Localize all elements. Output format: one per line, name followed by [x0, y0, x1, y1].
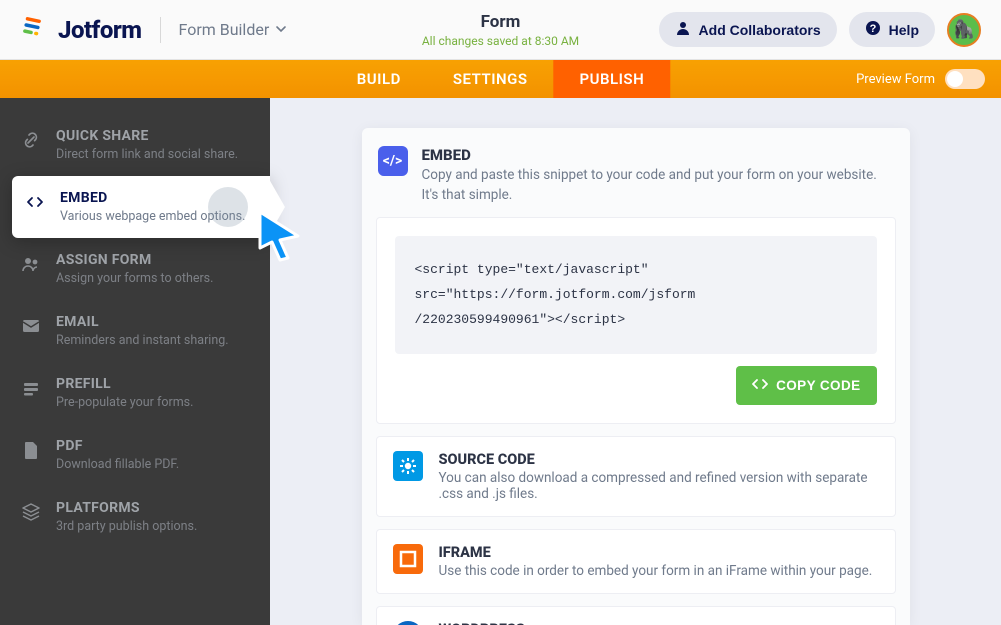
sidebar-item-title: ASSIGN FORM	[56, 252, 213, 268]
code-icon	[752, 376, 768, 395]
option-iframe[interactable]: IFRAME Use this code in order to embed yo…	[376, 529, 896, 594]
preview-toggle[interactable]	[945, 69, 985, 89]
avatar[interactable]: 🦍	[947, 13, 981, 47]
option-title: WORDPRESS	[439, 621, 826, 625]
sidebar-item-sub: Direct form link and social share.	[56, 147, 238, 162]
chevron-down-icon	[275, 20, 287, 39]
save-status: All changes saved at 8:30 AM	[422, 34, 579, 48]
embed-code[interactable]: <script type="text/javascript" src="http…	[395, 236, 877, 354]
option-source-code[interactable]: SOURCE CODE You can also download a compr…	[376, 436, 896, 517]
preview-label: Preview Form	[856, 72, 935, 87]
sidebar-item-sub: Pre-populate your forms.	[56, 395, 193, 410]
canvas: </> EMBED Copy and paste this snippet to…	[270, 98, 1001, 625]
logo[interactable]: Jotform	[20, 13, 142, 47]
person-icon	[675, 20, 691, 39]
embed-desc: Copy and paste this snippet to your code…	[422, 166, 894, 205]
embed-header: </> EMBED Copy and paste this snippet to…	[376, 142, 896, 217]
help-button[interactable]: ? Help	[849, 12, 935, 47]
sidebar-item-email[interactable]: EMAIL Reminders and instant sharing.	[0, 300, 270, 362]
option-sub: You can also download a compressed and r…	[439, 470, 879, 502]
toggle-knob	[947, 71, 963, 87]
form-title[interactable]: Form	[422, 12, 579, 32]
frame-icon	[393, 544, 423, 574]
sidebar-item-title: QUICK SHARE	[56, 128, 238, 144]
option-wordpress[interactable]: W WORDPRESSUse our free plugin to embed …	[376, 606, 896, 625]
preview-form[interactable]: Preview Form	[856, 60, 1001, 98]
pdf-icon	[20, 440, 42, 460]
copy-code-button[interactable]: COPY CODE	[736, 366, 876, 405]
tabs-row: BUILD SETTINGS PUBLISH Preview Form	[0, 60, 1001, 98]
brand-name: Jotform	[58, 16, 142, 44]
sidebar-item-title: PDF	[56, 438, 179, 454]
builder-label: Form Builder	[179, 20, 270, 39]
wordpress-icon: W	[393, 621, 423, 625]
embed-panel: </> EMBED Copy and paste this snippet to…	[362, 128, 910, 625]
form-title-block: Form All changes saved at 8:30 AM	[422, 12, 579, 48]
link-icon	[20, 130, 42, 150]
workspace: QUICK SHARE Direct form link and social s…	[0, 98, 1001, 625]
help-icon: ?	[865, 20, 881, 39]
code-icon: </>	[378, 146, 408, 176]
tab-build[interactable]: BUILD	[331, 60, 427, 98]
layers-icon	[20, 502, 42, 522]
sidebar-item-embed[interactable]: EMBED Various webpage embed options.	[12, 176, 270, 238]
tab-publish[interactable]: PUBLISH	[554, 60, 671, 98]
sidebar-item-assign-form[interactable]: ASSIGN FORM Assign your forms to others.	[0, 238, 270, 300]
sidebar-item-quick-share[interactable]: QUICK SHARE Direct form link and social s…	[0, 114, 270, 176]
option-title: IFRAME	[439, 544, 873, 561]
sidebar-item-title: PLATFORMS	[56, 500, 197, 516]
collab-label: Add Collaborators	[699, 22, 821, 38]
code-icon	[24, 192, 46, 212]
tab-settings[interactable]: SETTINGS	[427, 60, 554, 98]
sidebar-item-sub: Various webpage embed options.	[60, 209, 245, 224]
top-bar: Jotform Form Builder Form All changes sa…	[0, 0, 1001, 60]
copy-label: COPY CODE	[776, 378, 860, 393]
sidebar: QUICK SHARE Direct form link and social s…	[0, 98, 270, 625]
mail-icon	[20, 316, 42, 336]
help-label: Help	[889, 22, 919, 38]
sidebar-item-sub: Assign your forms to others.	[56, 271, 213, 286]
sidebar-item-pdf[interactable]: PDF Download fillable PDF.	[0, 424, 270, 486]
gear-icon	[393, 451, 423, 481]
divider	[160, 17, 161, 43]
sidebar-item-title: EMBED	[60, 190, 245, 206]
sidebar-item-sub: 3rd party publish options.	[56, 519, 197, 534]
option-sub: Use this code in order to embed your for…	[439, 563, 873, 579]
prefill-icon	[20, 378, 42, 398]
sidebar-item-title: PREFILL	[56, 376, 193, 392]
people-icon	[20, 254, 42, 274]
sidebar-item-platforms[interactable]: PLATFORMS 3rd party publish options.	[0, 486, 270, 548]
option-title: SOURCE CODE	[439, 451, 879, 468]
top-actions: Add Collaborators ? Help 🦍	[659, 12, 981, 47]
add-collaborators-button[interactable]: Add Collaborators	[659, 12, 837, 47]
logo-icon	[20, 13, 48, 47]
builder-selector[interactable]: Form Builder	[179, 20, 288, 39]
svg-text:?: ?	[869, 23, 876, 35]
embed-title: EMBED	[422, 146, 894, 164]
sidebar-item-sub: Download fillable PDF.	[56, 457, 179, 472]
tabs: BUILD SETTINGS PUBLISH	[331, 60, 670, 98]
sidebar-item-sub: Reminders and instant sharing.	[56, 333, 229, 348]
sidebar-item-title: EMAIL	[56, 314, 229, 330]
sidebar-item-prefill[interactable]: PREFILL Pre-populate your forms.	[0, 362, 270, 424]
embed-code-card: <script type="text/javascript" src="http…	[376, 217, 896, 424]
